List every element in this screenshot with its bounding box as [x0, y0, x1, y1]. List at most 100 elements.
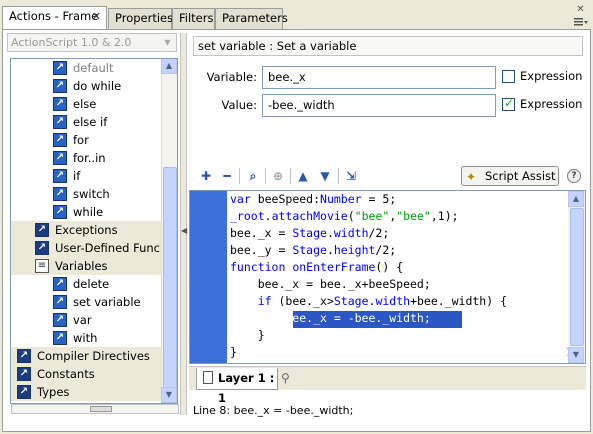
- tree-item[interactable]: ↗ set variable: [11, 293, 162, 311]
- tree-item[interactable]: ↗ var: [11, 311, 162, 329]
- tree-vertical-scrollbar[interactable]: ▲ ▼: [161, 59, 177, 403]
- variable-input[interactable]: bee._x: [262, 66, 496, 89]
- close-icon[interactable]: ✕: [92, 7, 101, 26]
- action-icon: ↗: [53, 61, 67, 75]
- actionscript-version-select[interactable]: ActionScript 1.0 & 2.0 ▼: [7, 33, 177, 52]
- add-action-icon[interactable]: ✚: [197, 167, 215, 185]
- tree-item-label: else if: [73, 115, 108, 129]
- tree-item[interactable]: ↗ Exceptions: [11, 221, 162, 239]
- delete-action-icon[interactable]: ━: [218, 167, 236, 185]
- tree-item-label: Compiler Directives: [37, 349, 150, 363]
- tree-item[interactable]: ↗ delete: [11, 275, 162, 293]
- action-icon: ↗: [53, 295, 67, 309]
- tab-filters[interactable]: Filters: [172, 8, 215, 29]
- version-select-value: ActionScript 1.0 & 2.0: [11, 36, 132, 49]
- scroll-up-icon[interactable]: ▲: [161, 59, 177, 74]
- code-line[interactable]: bee._y = Stage.height/2;: [230, 243, 396, 257]
- value-input[interactable]: -bee._width: [262, 94, 496, 117]
- variable-expression-checkbox[interactable]: [502, 70, 515, 83]
- layer-tab-label: Layer 1 : 1: [218, 371, 275, 405]
- panel-menu-icon[interactable]: [573, 16, 589, 28]
- script-assist-button[interactable]: ✦ Script Assist: [461, 166, 559, 186]
- book-icon: ↗: [17, 349, 31, 363]
- insert-target-icon[interactable]: ⇲: [342, 167, 360, 185]
- tree-item-label: default: [73, 61, 114, 75]
- find-icon[interactable]: ⌕: [244, 167, 262, 185]
- actions-toolbox-tree: ↗ default ↗ do while ↗ else ↗ else if ↗ for ↗ for..…: [10, 58, 178, 404]
- book-icon: ↗: [35, 223, 49, 237]
- layer-script-tab[interactable]: Layer 1 : 1: [196, 368, 278, 405]
- editor-vertical-scrollbar[interactable]: ▲ ▼: [568, 191, 585, 363]
- tree-item-label: Types: [37, 385, 70, 399]
- target-path-icon[interactable]: ⊕: [269, 167, 287, 185]
- scroll-down-icon[interactable]: ▼: [568, 347, 584, 363]
- tree-item-label: set variable: [73, 295, 141, 309]
- book-icon: ↗: [35, 241, 49, 255]
- tab-label: Filters: [179, 11, 214, 25]
- action-icon: ↗: [53, 277, 67, 291]
- tree-item[interactable]: ↗ if: [11, 167, 162, 185]
- tree-item[interactable]: ↗ do while: [11, 77, 162, 95]
- tree-item[interactable]: ↗ while: [11, 203, 162, 221]
- value-expression-label: Expression: [520, 97, 583, 111]
- code-line[interactable]: bee._x = -bee._width;: [230, 311, 430, 325]
- code-line[interactable]: function onEnterFrame() {: [230, 260, 403, 274]
- tab-parameters[interactable]: Parameters: [215, 8, 288, 29]
- scroll-thumb[interactable]: [570, 208, 584, 346]
- collapse-arrow-icon[interactable]: ◀: [181, 226, 187, 235]
- tree-item[interactable]: ↗ else: [11, 95, 162, 113]
- tree-item[interactable]: ↗ default: [11, 59, 162, 77]
- toolbar-separator: [239, 168, 240, 184]
- action-icon: ↗: [53, 97, 67, 111]
- tab-properties[interactable]: Properties: [108, 8, 173, 29]
- script-toolbar: ✚ ━ ⌕ ⊕ ▲ ▼ ⇲ ✦ Script Assist ?: [189, 163, 589, 189]
- tree-item-label: else: [73, 97, 97, 111]
- scroll-up-icon[interactable]: ▲: [568, 191, 584, 207]
- tree-item[interactable]: ≡ Variables: [11, 257, 162, 275]
- scroll-thumb[interactable]: [163, 167, 177, 397]
- tree-resize-bar[interactable]: [11, 404, 179, 414]
- resize-grip-icon[interactable]: [90, 406, 112, 412]
- tree-item[interactable]: ↗ switch: [11, 185, 162, 203]
- move-up-icon[interactable]: ▲: [294, 167, 312, 185]
- code-line[interactable]: bee._x = bee._x+beeSpeed;: [230, 277, 431, 291]
- tree-item-label: delete: [73, 277, 110, 291]
- tree-item[interactable]: ↗ for: [11, 131, 162, 149]
- script-assist-label: Script Assist: [485, 169, 556, 183]
- script-document-icon: [203, 371, 213, 384]
- tree-item-label: do while: [73, 79, 122, 93]
- code-line[interactable]: var beeSpeed:Number = 5;: [230, 192, 396, 206]
- code-line[interactable]: if (bee._x>Stage.width+bee._width) {: [230, 294, 507, 308]
- tree-item[interactable]: ↗ Compiler Directives: [11, 347, 162, 365]
- action-icon: ↗: [53, 133, 67, 147]
- tree-item-label: User-Defined Func...: [55, 241, 171, 255]
- scroll-down-icon[interactable]: ▼: [161, 387, 177, 403]
- tree-item-label: Exceptions: [55, 223, 118, 237]
- code-editor[interactable]: 1var beeSpeed:Number = 5;2_root.attachMo…: [189, 190, 586, 364]
- pane-splitter[interactable]: ◀: [180, 33, 187, 415]
- tree-item[interactable]: ↗ Constants: [11, 365, 162, 383]
- value-expression-checkbox[interactable]: ✓: [502, 96, 515, 111]
- tree-item-label: var: [73, 313, 92, 327]
- action-icon: ↗: [53, 313, 67, 327]
- tree-item[interactable]: ↗ else if: [11, 113, 162, 131]
- actions-panel: ActionScript 1.0 & 2.0 ▼ ↗ default ↗ do whi…: [2, 29, 591, 432]
- pin-script-icon[interactable]: ⚲: [281, 371, 290, 385]
- code-line[interactable]: _root.attachMovie("bee","bee",1);: [230, 209, 459, 223]
- panel-tabstrip: Actions - Frame ✕ Properties Filters Par…: [0, 0, 593, 30]
- tree-item-label: while: [73, 205, 104, 219]
- tree-item[interactable]: ↗ Types: [11, 383, 162, 401]
- help-icon[interactable]: ?: [567, 169, 581, 183]
- code-line[interactable]: }: [230, 328, 265, 342]
- chevron-down-icon[interactable]: ▼: [161, 35, 174, 50]
- tree-item[interactable]: ↗ with: [11, 329, 162, 347]
- book-icon: ↗: [17, 385, 31, 399]
- action-icon: ↗: [53, 169, 67, 183]
- tab-actions-frame[interactable]: Actions - Frame ✕: [2, 6, 107, 30]
- tree-item[interactable]: ↗ for..in: [11, 149, 162, 167]
- code-line[interactable]: bee._x = Stage.width/2;: [230, 226, 389, 240]
- variable-expression-label: Expression: [520, 69, 583, 83]
- code-line[interactable]: }: [230, 345, 237, 359]
- tree-item[interactable]: ↗ User-Defined Func...: [11, 239, 171, 257]
- move-down-icon[interactable]: ▼: [316, 167, 334, 185]
